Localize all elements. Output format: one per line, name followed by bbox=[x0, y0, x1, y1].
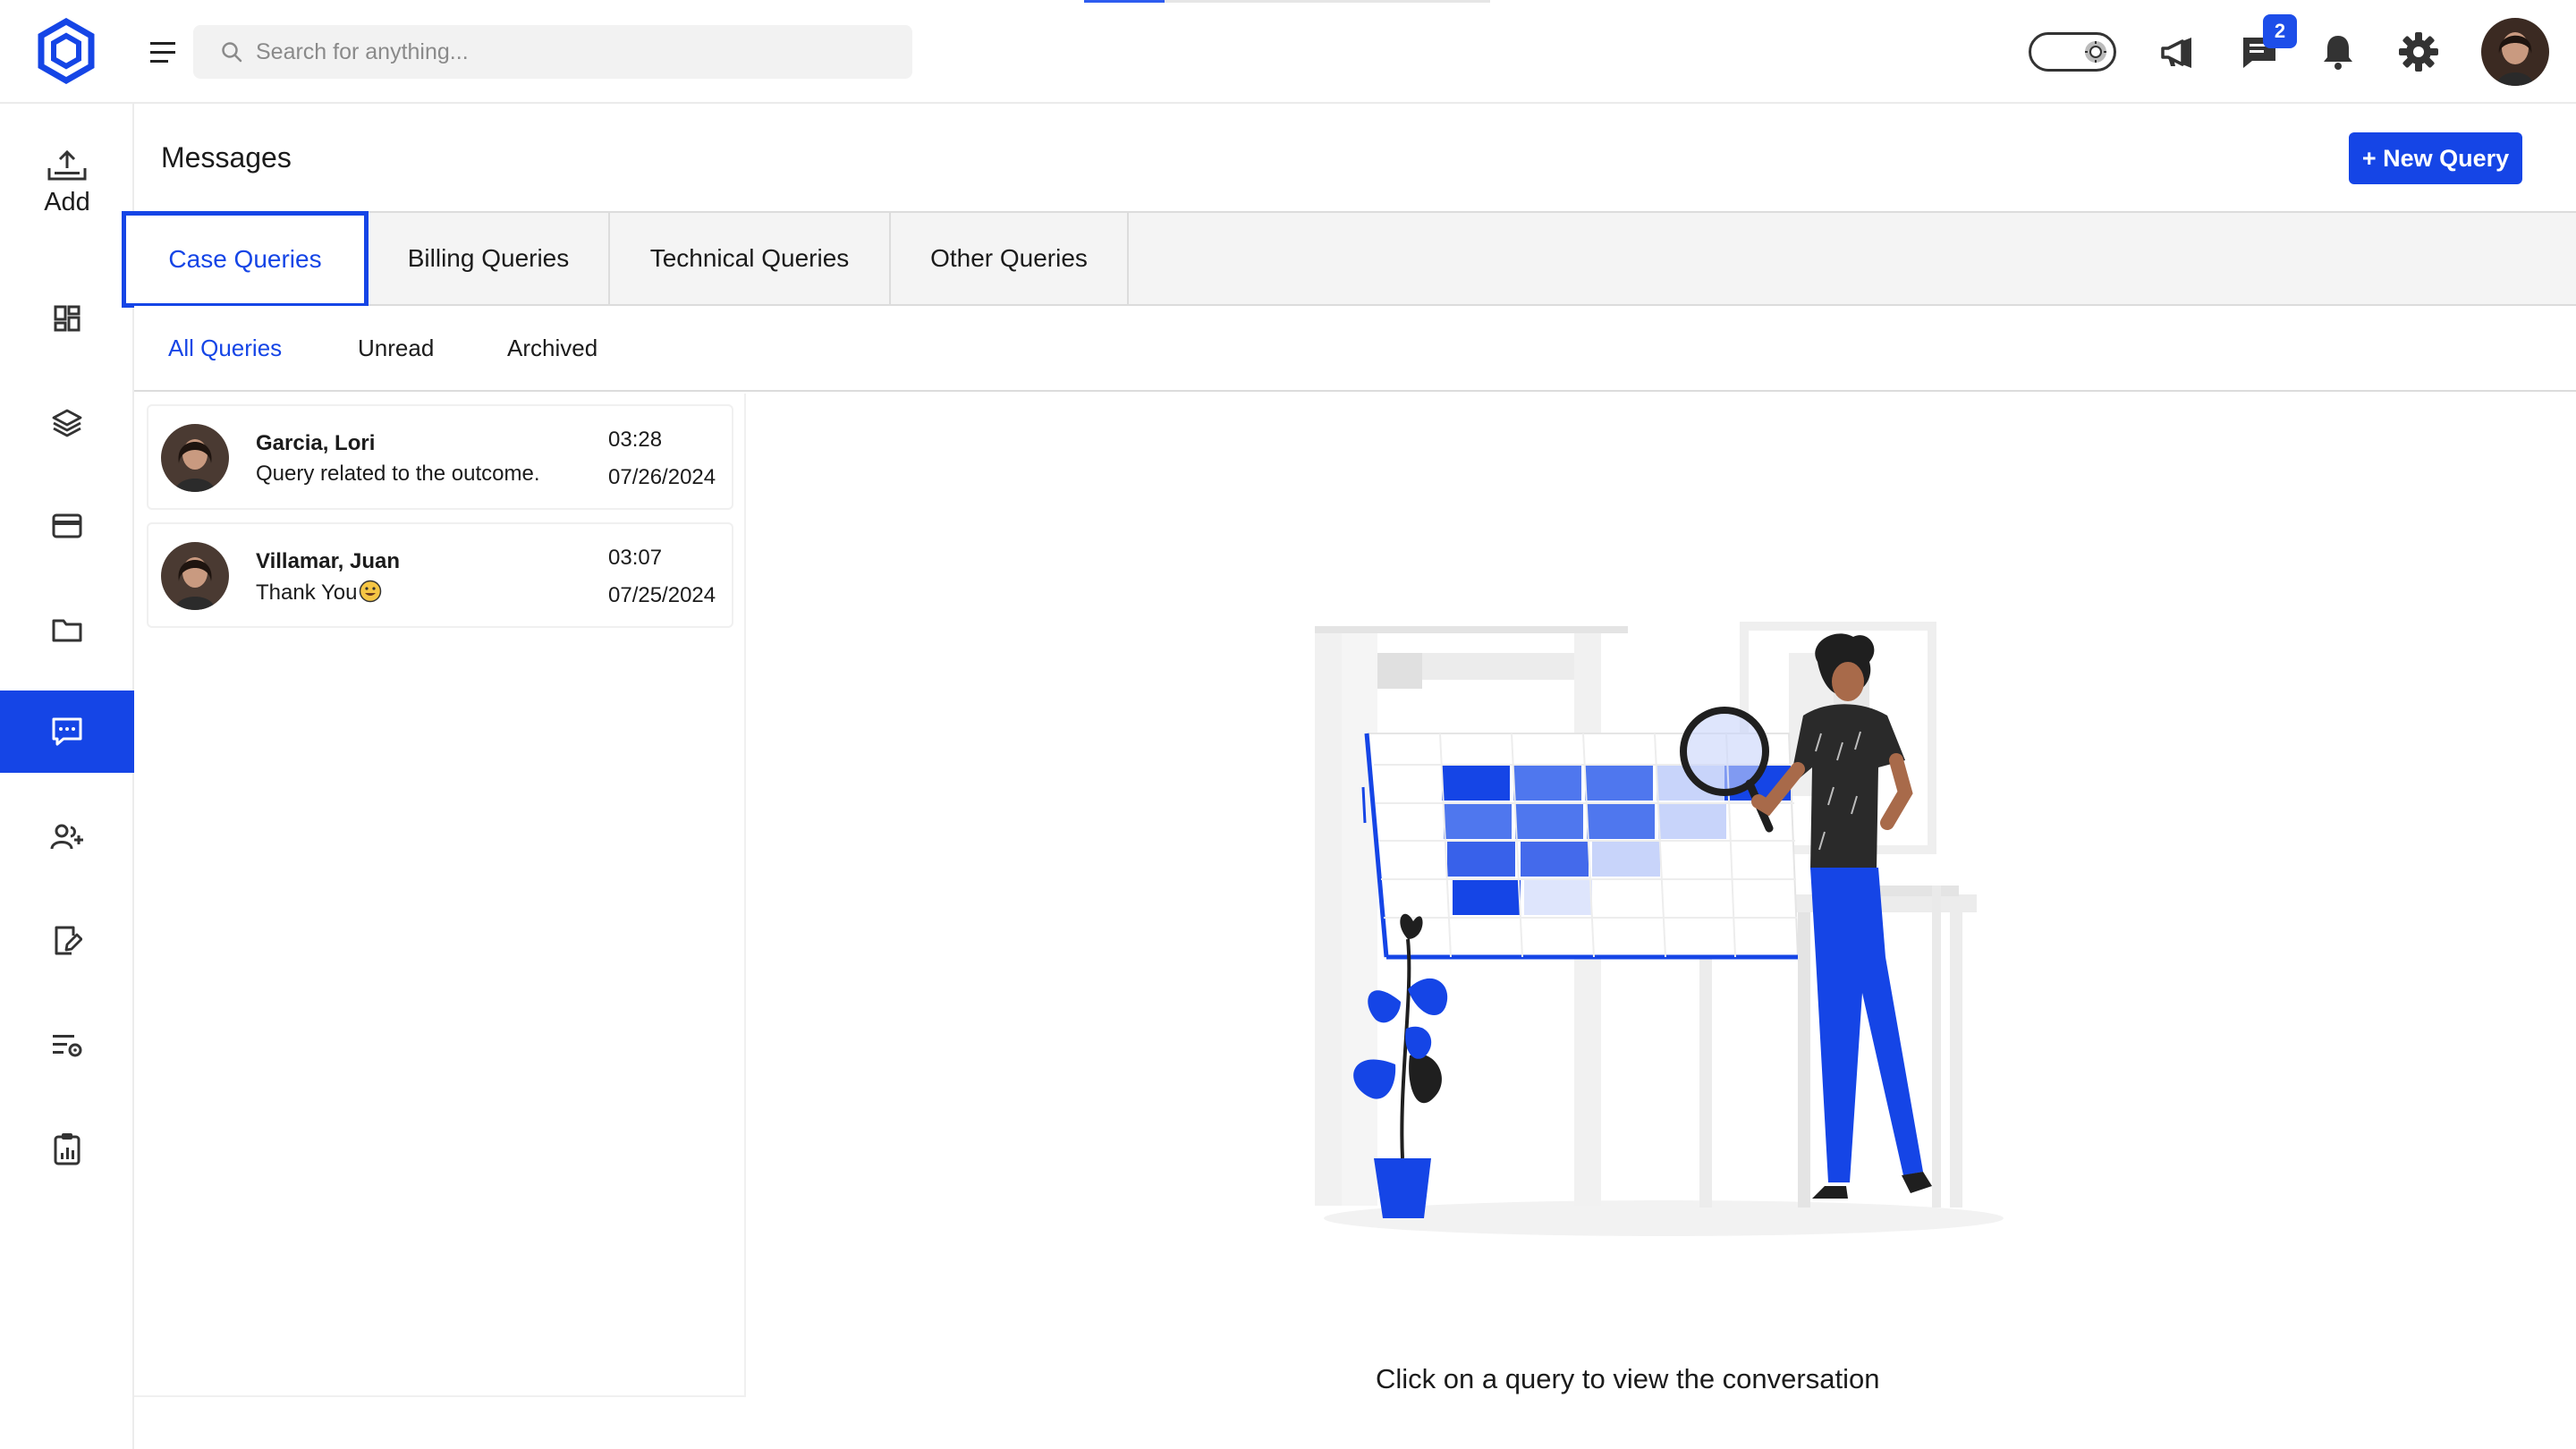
megaphone-icon[interactable] bbox=[2156, 30, 2199, 73]
loading-progress bbox=[1084, 0, 1165, 3]
tab-other-queries[interactable]: Other Queries bbox=[891, 213, 1129, 304]
avatar bbox=[161, 424, 229, 492]
empty-state-message: Click on a query to view the conversatio… bbox=[1376, 1363, 1880, 1394]
sidebar-item-folder[interactable] bbox=[0, 589, 134, 671]
search-box[interactable] bbox=[193, 25, 912, 79]
avatar bbox=[161, 542, 229, 610]
sidebar-add-label: Add bbox=[44, 188, 90, 216]
list-settings-icon bbox=[53, 1035, 82, 1057]
top-bar: 2 bbox=[0, 0, 2576, 104]
app-logo-icon[interactable] bbox=[36, 18, 97, 84]
sun-icon bbox=[2085, 41, 2106, 63]
tab-billing-queries[interactable]: Billing Queries bbox=[369, 213, 610, 304]
query-preview: Query related to the outcome. bbox=[256, 462, 540, 486]
sidebar-add-button[interactable]: Add bbox=[0, 148, 134, 247]
dashboard-icon bbox=[54, 305, 80, 332]
sidebar-item-dashboard[interactable] bbox=[0, 277, 134, 360]
query-filter-tabs: All Queries Unread Archived bbox=[134, 306, 2576, 392]
messages-badge: 2 bbox=[2263, 14, 2297, 48]
subtab-archived[interactable]: Archived bbox=[507, 335, 597, 362]
query-list-item[interactable]: Villamar, Juan Thank You 03:07 07/25/202… bbox=[147, 522, 733, 628]
folder-icon bbox=[52, 619, 82, 642]
search-icon bbox=[222, 42, 242, 63]
clipboard-report-icon bbox=[54, 1133, 80, 1165]
layers-icon bbox=[52, 409, 82, 437]
search-input[interactable] bbox=[256, 25, 882, 79]
empty-state-illustration bbox=[1315, 622, 2004, 1236]
query-time: 03:07 bbox=[608, 546, 663, 570]
query-preview: Thank You bbox=[256, 580, 382, 606]
query-time: 03:28 bbox=[608, 428, 663, 452]
sidebar-item-add-user[interactable] bbox=[0, 796, 134, 878]
subtab-unread[interactable]: Unread bbox=[358, 335, 434, 362]
query-sender: Villamar, Juan bbox=[256, 549, 400, 573]
tab-technical-queries[interactable]: Technical Queries bbox=[610, 213, 891, 304]
query-date: 07/26/2024 bbox=[608, 465, 716, 489]
gear-icon[interactable] bbox=[2397, 30, 2440, 73]
sidebar-item-layers[interactable] bbox=[0, 382, 134, 464]
new-query-button[interactable]: + New Query bbox=[2349, 132, 2522, 184]
query-list: Garcia, Lori Query related to the outcom… bbox=[134, 394, 746, 1397]
upload-icon bbox=[47, 149, 87, 181]
sidebar-item-edit-document[interactable] bbox=[0, 900, 134, 982]
query-sender: Garcia, Lori bbox=[256, 431, 376, 455]
add-user-icon bbox=[50, 824, 83, 850]
message-icon bbox=[52, 717, 82, 746]
sidebar-item-billing[interactable] bbox=[0, 485, 134, 567]
theme-toggle[interactable] bbox=[2029, 32, 2116, 72]
user-avatar[interactable] bbox=[2481, 18, 2549, 86]
menu-icon[interactable] bbox=[147, 36, 181, 70]
edit-document-icon bbox=[55, 926, 82, 955]
sidebar-item-reports[interactable] bbox=[0, 1107, 134, 1190]
query-list-item[interactable]: Garcia, Lori Query related to the outcom… bbox=[147, 404, 733, 510]
smiley-emoji-icon bbox=[360, 580, 382, 603]
sidebar-item-messages[interactable] bbox=[0, 691, 134, 773]
query-date: 07/25/2024 bbox=[608, 583, 716, 607]
sidebar-item-settings-list[interactable] bbox=[0, 1004, 134, 1086]
credit-card-icon bbox=[52, 513, 82, 538]
query-preview-text: Thank You bbox=[256, 580, 358, 605]
tab-case-queries[interactable]: Case Queries bbox=[122, 211, 369, 308]
query-tabs: Case Queries Billing Queries Technical Q… bbox=[122, 211, 2576, 308]
bell-icon[interactable] bbox=[2317, 30, 2360, 73]
sidebar: Add bbox=[0, 104, 134, 1449]
subtab-all-queries[interactable]: All Queries bbox=[168, 335, 282, 362]
page-title: Messages bbox=[161, 141, 292, 174]
